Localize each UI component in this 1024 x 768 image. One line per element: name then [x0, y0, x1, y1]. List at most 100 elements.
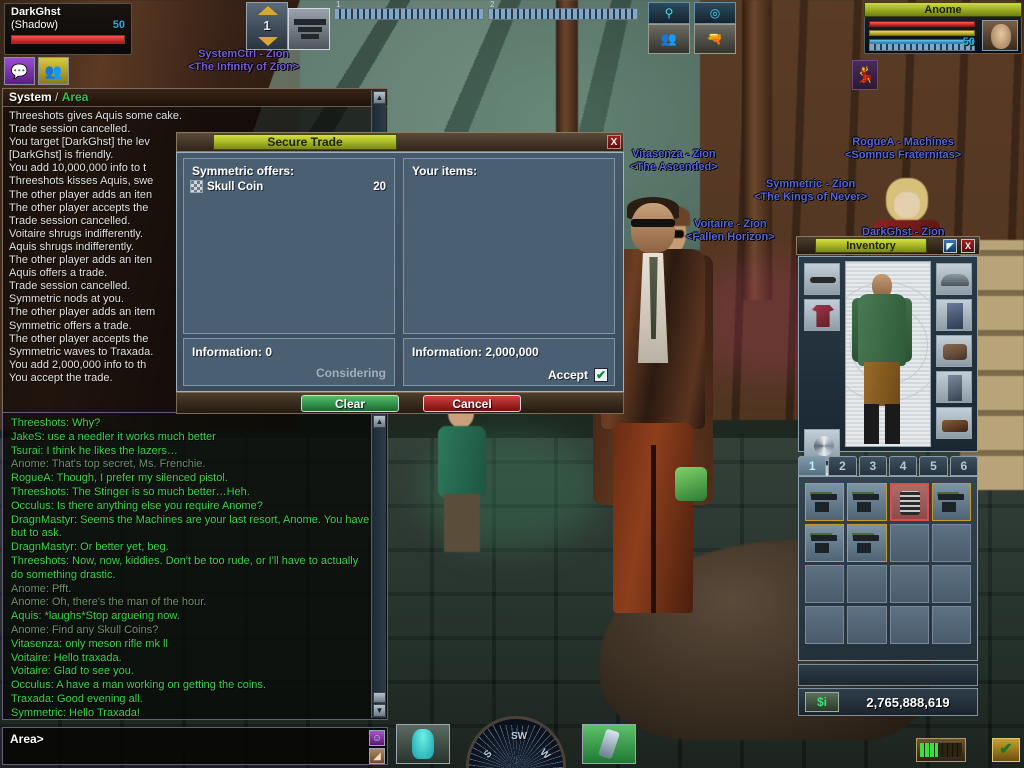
- inventory-cell-smg[interactable]: [805, 524, 845, 562]
- area-chat-window[interactable]: Threeshots: Why? JakeS: use a needler it …: [2, 412, 388, 720]
- nametag-line2: <Fallen Horizon>: [686, 231, 775, 243]
- command-side-buttons[interactable]: ☺ ◢: [369, 730, 385, 766]
- target-nano-bar: [869, 30, 975, 36]
- inventory-tab-5[interactable]: 5: [919, 456, 948, 476]
- inventory-cell-empty[interactable]: [931, 524, 971, 562]
- inventory-cell-empty[interactable]: [889, 524, 929, 562]
- action-button-bar[interactable]: ⚲ 👥 ◎ 🔫: [648, 2, 736, 54]
- chat-tab-system[interactable]: System: [9, 90, 52, 104]
- close-icon[interactable]: X: [607, 135, 621, 149]
- command-prompt[interactable]: Area>: [3, 728, 387, 746]
- boots-icon[interactable]: [936, 407, 972, 439]
- gloves-icon[interactable]: [936, 335, 972, 367]
- chat-line: Aquis: *laughs*Stop argueing now.: [11, 610, 180, 623]
- inventory-cell-empty[interactable]: [931, 565, 971, 603]
- inventory-cell-pistol[interactable]: [805, 483, 845, 521]
- trade-accept-control[interactable]: Accept ✔: [548, 368, 608, 382]
- trade-item-row[interactable]: Skull Coin 20: [184, 178, 394, 193]
- scroll-down-icon[interactable]: ▼: [373, 704, 386, 717]
- inventory-slot-bar[interactable]: [798, 664, 978, 686]
- weapon-action-button[interactable]: 🔫: [694, 24, 736, 54]
- social-icon[interactable]: ⚲: [648, 2, 690, 24]
- pants-icon[interactable]: [936, 371, 972, 403]
- phone-icon[interactable]: [582, 724, 636, 764]
- inventory-cell-pistol[interactable]: [931, 483, 971, 521]
- inventory-cell-empty[interactable]: [931, 606, 971, 644]
- inventory-cell-empty[interactable]: [805, 565, 845, 603]
- chat-title-bar[interactable]: System / Area X: [3, 89, 387, 107]
- inventory-tab-2[interactable]: 2: [828, 456, 857, 476]
- target-level: 50: [962, 36, 975, 48]
- scroll-up-icon[interactable]: ▲: [373, 91, 386, 104]
- clear-button[interactable]: Clear: [301, 395, 399, 412]
- area-chat-scrollbar[interactable]: ▲ ▼: [371, 414, 386, 718]
- trade-offer-item-list[interactable]: Skull Coin 20: [184, 178, 394, 193]
- status-check-icon[interactable]: ✔: [992, 738, 1020, 762]
- target-icon[interactable]: ◎: [694, 2, 736, 24]
- chat-line: RogueA: Though, I prefer my silenced pis…: [11, 472, 228, 485]
- secure-trade-window[interactable]: Secure Trade X Symmetric offers: Skull C…: [176, 132, 624, 414]
- inventory-cell-empty[interactable]: [847, 606, 887, 644]
- inventory-cell-empty[interactable]: [847, 565, 887, 603]
- inventory-tab-bar[interactable]: 123456: [798, 456, 978, 476]
- coat-icon[interactable]: [936, 299, 972, 331]
- inventory-cell-empty[interactable]: [889, 606, 929, 644]
- inventory-cell-pistol[interactable]: [847, 483, 887, 521]
- compass-label-sw: SW: [511, 731, 528, 742]
- target-panel[interactable]: Anome 50: [864, 2, 1022, 54]
- inventory-cell-empty[interactable]: [805, 606, 845, 644]
- nametag[interactable]: Vitasenza - Zion <The Ascended>: [630, 148, 718, 174]
- nametag-line1: RogueA - Machines: [852, 136, 954, 148]
- equipment-panel[interactable]: [798, 256, 978, 497]
- gun-grip-icon: [815, 543, 829, 553]
- team-icon[interactable]: 👥: [38, 57, 69, 85]
- trade-offer-pane[interactable]: Symmetric offers: Skull Coin 20: [183, 158, 395, 334]
- character-preview[interactable]: [845, 261, 931, 447]
- trade-title-bar[interactable]: Secure Trade X: [176, 132, 624, 152]
- nametag[interactable]: Voitaire - Zion <Fallen Horizon>: [686, 218, 775, 244]
- inventory-grid-panel[interactable]: [798, 476, 978, 661]
- inventory-cell-empty[interactable]: [889, 565, 929, 603]
- chevron-up-icon: [258, 6, 278, 15]
- inventory-tab-1[interactable]: 1: [798, 456, 827, 476]
- body-figure-icon: [412, 729, 434, 759]
- shirt-icon[interactable]: [804, 299, 840, 331]
- inventory-title-bar[interactable]: Inventory ◤ X: [796, 236, 980, 255]
- social-action-button[interactable]: 👥: [648, 24, 690, 54]
- scroll-thumb[interactable]: [373, 692, 386, 703]
- chat-icon[interactable]: 💬: [4, 57, 35, 85]
- inventory-window[interactable]: Inventory ◤ X 1 2 3 4 5 6 $i 2,765,888,6…: [796, 236, 980, 718]
- cap-icon[interactable]: [936, 263, 972, 295]
- dance-emote-icon[interactable]: 💃: [852, 60, 878, 90]
- player-status-panel[interactable]: DarkGhst (Shadow) 50: [4, 3, 132, 55]
- resize-icon[interactable]: ◢: [369, 748, 385, 764]
- inventory-grid[interactable]: [805, 483, 971, 644]
- trade-offer-status: Considering: [315, 366, 386, 380]
- nano-slot-button[interactable]: 1: [246, 2, 288, 50]
- trade-your-items-pane[interactable]: Your items:: [403, 158, 615, 334]
- inventory-tab-6[interactable]: 6: [949, 456, 978, 476]
- inventory-tab-3[interactable]: 3: [858, 456, 887, 476]
- trade-accept-checkbox[interactable]: ✔: [594, 368, 608, 382]
- cancel-button[interactable]: Cancel: [423, 395, 521, 412]
- chat-tab-area[interactable]: Area: [62, 90, 89, 104]
- trade-offer-header: Symmetric offers:: [192, 164, 295, 178]
- resize-icon[interactable]: ◤: [943, 239, 957, 253]
- inventory-cell-skull-coin[interactable]: [889, 483, 929, 521]
- scroll-up-icon[interactable]: ▲: [373, 415, 386, 428]
- inventory-tab-4[interactable]: 4: [888, 456, 918, 476]
- inventory-cell-smg[interactable]: [847, 524, 887, 562]
- emote-icon[interactable]: ☺: [369, 730, 385, 746]
- weapon-slot-button[interactable]: [288, 8, 330, 50]
- left-icon-bar[interactable]: 💬 👥: [4, 57, 72, 87]
- nametag[interactable]: Symmetric - Zion <The Kings of Never>: [754, 178, 867, 204]
- close-icon[interactable]: X: [961, 239, 975, 253]
- npc-character[interactable]: [432, 398, 490, 552]
- equipment-column-right[interactable]: [936, 263, 972, 439]
- nametag[interactable]: SystemCtrl - Zion <The Infinity of Zion>: [188, 48, 299, 74]
- ammo-meter-icon[interactable]: [916, 738, 966, 762]
- command-line-window[interactable]: Area> ☺ ◢: [2, 727, 388, 765]
- sunglasses-icon[interactable]: [804, 263, 840, 295]
- body-icon[interactable]: [396, 724, 450, 764]
- nametag[interactable]: RogueA - Machines <Somnus Fraternitas>: [845, 136, 961, 162]
